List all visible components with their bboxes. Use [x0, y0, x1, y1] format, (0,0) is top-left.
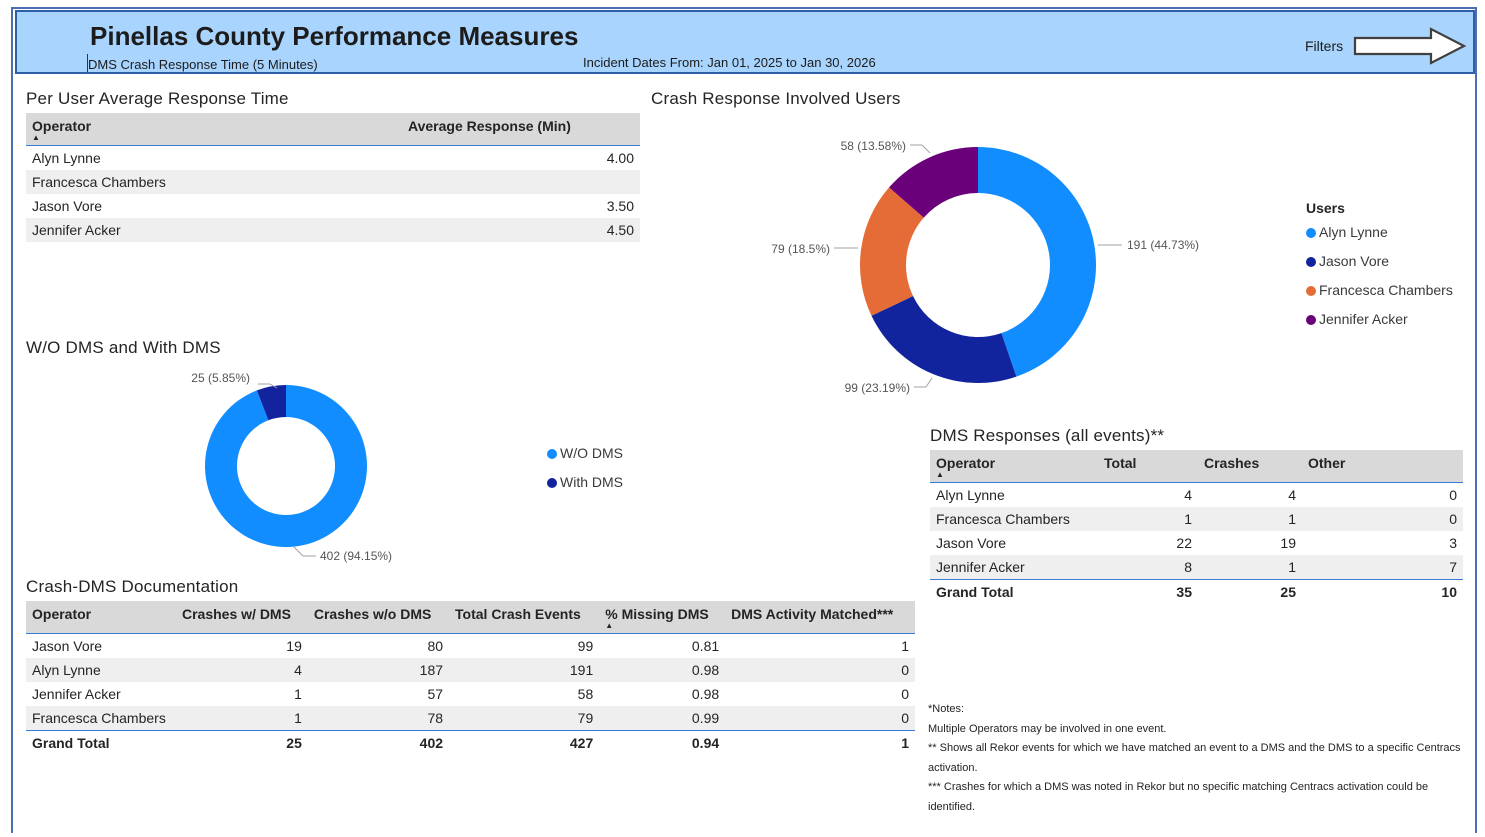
data-label-jason-vore: 99 (23.19%) [845, 381, 910, 395]
legend-item-jennifer-acker[interactable]: Jennifer Acker [1306, 311, 1408, 327]
column-header-percent-missing-dms[interactable]: % Missing DMS ▲ [599, 601, 726, 634]
table-row[interactable]: Jason Vore 19 80 99 0.81 1 [26, 633, 915, 658]
legend-item-with-dms[interactable]: With DMS [547, 474, 623, 490]
dms-split-title: W/O DMS and With DMS [26, 338, 221, 357]
column-header-other[interactable]: Other [1302, 450, 1463, 483]
dms-split-donut-chart: 25 (5.85%) 402 (94.15%) [191, 371, 392, 563]
legend-item-without-dms[interactable]: W/O DMS [547, 445, 623, 461]
users-donut-title: Crash Response Involved Users [651, 89, 901, 108]
table-row[interactable]: Francesca Chambers [26, 169, 640, 194]
column-header-crashes-with-dms[interactable]: Crashes w/ DMS [176, 601, 308, 634]
avg-response-table: Operator ▲ Average Response (Min) Alyn Ly… [26, 113, 640, 242]
date-range-label: Incident Dates From: Jan 01, 2025 to Jan… [583, 55, 876, 70]
notes-heading: *Notes: [928, 703, 965, 715]
legend-dot-icon [1306, 286, 1316, 296]
legend-dot-icon [547, 449, 557, 459]
table-row[interactable]: Jason Vore 3.50 [26, 194, 640, 218]
note-line: Multiple Operators may be involved in on… [928, 722, 1167, 735]
sort-ascending-icon: ▲ [32, 133, 40, 142]
filters-label[interactable]: Filters [1305, 38, 1343, 54]
table-row[interactable]: Jason Vore 22 19 3 [930, 531, 1463, 555]
dms-responses-table: Operator ▲ Total Crashes Other Alyn Lynne… [930, 450, 1463, 604]
column-header-operator[interactable]: Operator ▲ [930, 450, 1098, 483]
table-row[interactable]: Francesca Chambers 1 1 0 [930, 506, 1463, 531]
note-line: *** Crashes for which a DMS was noted in… [928, 781, 1429, 813]
legend-dot-icon [1306, 315, 1316, 325]
data-label-jennifer-acker: 58 (13.58%) [841, 139, 906, 153]
notes-block: *Notes: Multiple Operators may be involv… [928, 700, 1468, 817]
legend-dot-icon [1306, 257, 1316, 267]
filters-arrow-icon[interactable] [1353, 26, 1467, 66]
column-header-crashes[interactable]: Crashes [1198, 450, 1302, 483]
table-row[interactable]: Jennifer Acker 1 57 58 0.98 0 [26, 682, 915, 706]
table-row[interactable]: Jennifer Acker 8 1 7 [930, 554, 1463, 579]
data-label-without-dms: 402 (94.15%) [320, 549, 392, 563]
column-header-operator[interactable]: Operator [26, 601, 176, 634]
documentation-title: Crash-DMS Documentation [26, 577, 239, 596]
page-title: Pinellas County Performance Measures [90, 21, 579, 51]
table-row[interactable]: Alyn Lynne 4.00 [26, 145, 640, 170]
table-row[interactable]: Alyn Lynne 4 4 0 [930, 482, 1463, 507]
table-total-row: Grand Total 25 402 427 0.94 1 [26, 729, 915, 755]
note-line: ** Shows all Rekor events for which we h… [928, 742, 1461, 774]
legend-dot-icon [547, 478, 557, 488]
avg-response-title: Per User Average Response Time [26, 89, 289, 108]
column-header-total[interactable]: Total [1098, 450, 1198, 483]
documentation-table: Operator Crashes w/ DMS Crashes w/o DMS … [26, 601, 915, 755]
legend-item-alyn-lynne[interactable]: Alyn Lynne [1306, 224, 1388, 240]
column-header-dms-activity-matched[interactable]: DMS Activity Matched*** [725, 601, 915, 634]
report-header: Pinellas County Performance Measures DMS… [15, 10, 1475, 74]
data-label-alyn-lynne: 191 (44.73%) [1127, 238, 1199, 252]
page-subtitle: DMS Crash Response Time (5 Minutes) [88, 57, 318, 72]
column-header-average-response[interactable]: Average Response (Min) [386, 113, 640, 146]
column-header-total-crash-events[interactable]: Total Crash Events [449, 601, 600, 634]
data-label-with-dms: 25 (5.85%) [191, 371, 250, 385]
table-row[interactable]: Francesca Chambers 1 78 79 0.99 0 [26, 705, 915, 730]
column-header-operator[interactable]: Operator ▲ [26, 113, 386, 146]
table-row[interactable]: Alyn Lynne 4 187 191 0.98 0 [26, 657, 915, 682]
legend-item-francesca-chambers[interactable]: Francesca Chambers [1306, 282, 1453, 298]
data-label-francesca-chambers: 79 (18.5%) [771, 242, 830, 256]
users-legend-title: Users [1306, 200, 1345, 216]
sort-ascending-icon: ▲ [936, 470, 944, 479]
slice-jason-vore[interactable] [871, 296, 1017, 383]
table-total-row: Grand Total 35 25 10 [930, 578, 1463, 604]
table-row[interactable]: Jennifer Acker 4.50 [26, 217, 640, 242]
legend-item-jason-vore[interactable]: Jason Vore [1306, 253, 1389, 269]
column-header-crashes-without-dms[interactable]: Crashes w/o DMS [307, 601, 450, 634]
legend-dot-icon [1306, 228, 1316, 238]
dms-responses-title: DMS Responses (all events)** [930, 426, 1165, 445]
users-donut-chart: 58 (13.58%) 79 (18.5%) 191 (44.73%) 99 (… [771, 139, 1199, 395]
sort-ascending-icon: ▲ [605, 621, 614, 630]
